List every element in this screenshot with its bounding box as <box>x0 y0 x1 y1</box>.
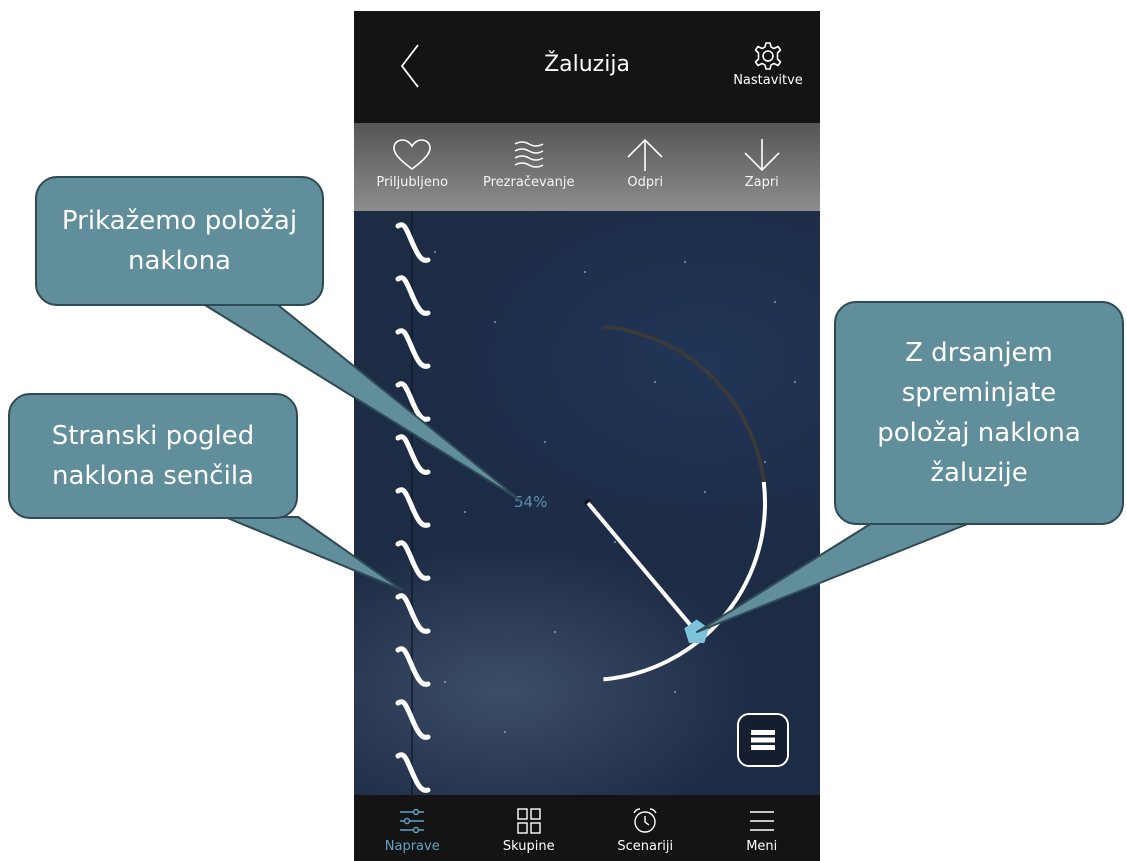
list-view-button[interactable] <box>737 713 789 767</box>
nav-devices-label: Naprave <box>384 839 440 854</box>
nav-scenarios[interactable]: Scenariji <box>587 795 704 861</box>
settings-label: Nastavitve <box>733 73 803 88</box>
waves-icon <box>514 141 544 168</box>
callout-drag-hint: Z drsanjem spreminjate položaj naklona ž… <box>834 301 1124 525</box>
arrow-up-icon <box>627 138 663 171</box>
close-label: Zapri <box>744 175 779 190</box>
bottom-nav: Naprave Skupine Scenariji Meni <box>354 795 820 861</box>
dial-needle <box>586 501 699 634</box>
arrow-down-icon <box>744 139 780 172</box>
dial-track <box>603 324 767 682</box>
list-icon <box>751 730 775 750</box>
tilt-dial[interactable] <box>354 211 820 795</box>
callout-side-view-text: Stranski pogled naklona senčila <box>51 421 255 491</box>
action-bar: Priljubljeno Prezračevanje Odpri Zapri <box>354 123 820 211</box>
menu-icon <box>749 811 774 831</box>
open-button[interactable]: Odpri <box>587 123 704 211</box>
dial-progress-arc <box>603 481 767 682</box>
heart-icon <box>393 139 432 171</box>
alarm-clock-icon <box>633 808 657 833</box>
callout-tilt-position-text: Prikažemo položaj naklona <box>61 206 298 276</box>
callout-side-view: Stranski pogled naklona senčila <box>8 393 298 519</box>
phone-screen: Žaluzija Nastavitve Priljubljeno Prezrač… <box>354 11 820 861</box>
favorite-label: Priljubljeno <box>376 175 449 190</box>
nav-menu-label: Meni <box>746 839 778 854</box>
ventilation-label: Prezračevanje <box>483 175 575 190</box>
open-label: Odpri <box>627 175 664 190</box>
sliders-icon <box>400 808 425 834</box>
nav-menu[interactable]: Meni <box>704 795 821 861</box>
nav-groups-label: Skupine <box>502 839 555 854</box>
grid-icon <box>517 808 541 834</box>
settings-button[interactable]: Nastavitve <box>716 41 820 121</box>
callout-tilt-position: Prikažemo položaj naklona <box>35 176 324 306</box>
nav-groups[interactable]: Skupine <box>471 795 588 861</box>
favorite-button[interactable]: Priljubljeno <box>354 123 471 211</box>
callout-drag-hint-text: Z drsanjem spreminjate položaj naklona ž… <box>877 338 1081 488</box>
nav-devices[interactable]: Naprave <box>354 795 471 861</box>
top-bar: Žaluzija Nastavitve <box>354 11 820 123</box>
tilt-percent: 54% <box>514 493 548 511</box>
close-button[interactable]: Zapri <box>704 123 821 211</box>
tilt-control-area: 54% <box>354 211 820 795</box>
nav-scenarios-label: Scenariji <box>617 839 674 854</box>
ventilation-button[interactable]: Prezračevanje <box>471 123 588 211</box>
gear-icon <box>754 42 782 70</box>
